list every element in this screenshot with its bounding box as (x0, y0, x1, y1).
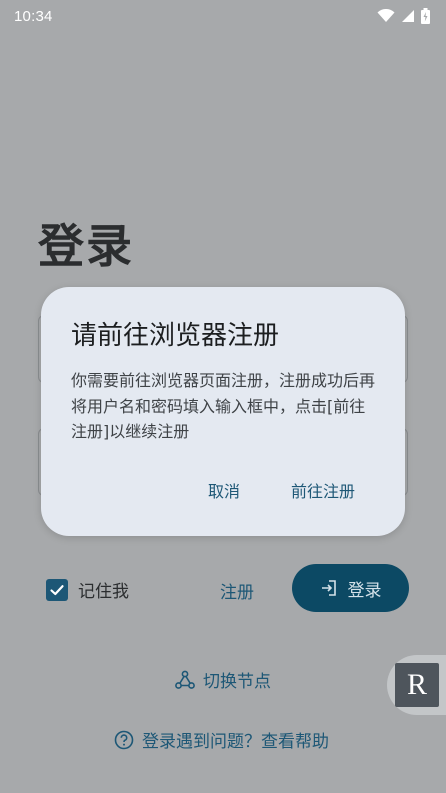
floating-widget[interactable]: R (387, 655, 446, 715)
page-title: 登录 (38, 219, 134, 273)
help-link[interactable]: 登录遇到问题？查看帮助 (114, 727, 329, 752)
remember-me-label: 记住我 (78, 582, 129, 602)
switch-node-link[interactable]: 切换节点 (175, 667, 271, 692)
switch-node-label: 切换节点 (203, 672, 271, 692)
go-register-button[interactable]: 前往注册 (291, 478, 355, 502)
signal-icon (402, 10, 414, 22)
status-bar: 10:34 (0, 0, 446, 32)
remember-me-row[interactable]: 记住我 (46, 577, 129, 602)
node-icon (175, 670, 195, 689)
wifi-icon (377, 9, 395, 22)
register-dialog: 请前往浏览器注册 你需要前往浏览器页面注册，注册成功后再将用户名和密码填入输入框… (41, 287, 405, 536)
help-label: 登录遇到问题？查看帮助 (142, 732, 329, 752)
help-icon (114, 730, 134, 749)
remember-me-checkbox[interactable] (46, 578, 68, 601)
login-icon (321, 580, 336, 596)
register-link[interactable]: 注册 (220, 578, 254, 603)
battery-icon (421, 8, 430, 24)
login-button-label: 登录 (347, 580, 382, 601)
dialog-title: 请前往浏览器注册 (71, 321, 280, 351)
login-button[interactable]: 登录 (292, 564, 409, 612)
status-icons (377, 8, 430, 24)
cancel-button[interactable]: 取消 (208, 478, 240, 502)
checkmark-icon (50, 584, 64, 595)
floating-widget-logo: R (395, 663, 439, 707)
status-time: 10:34 (14, 7, 53, 25)
dialog-message: 你需要前往浏览器页面注册，注册成功后再将用户名和密码填入输入框中，点击[前往注册… (71, 371, 376, 441)
